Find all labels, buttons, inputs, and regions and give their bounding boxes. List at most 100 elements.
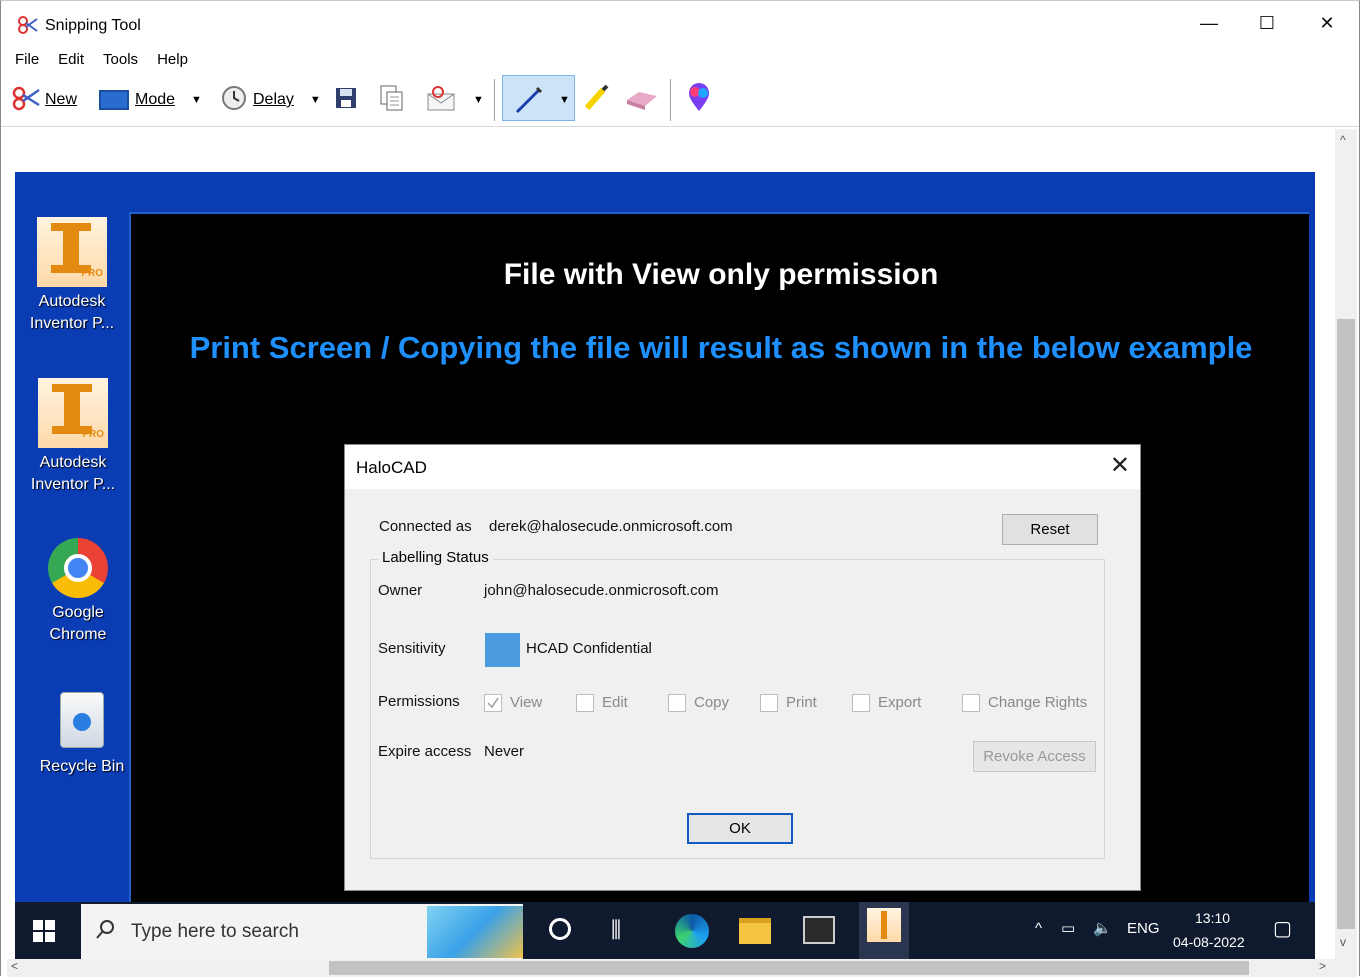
permission-view-checkbox[interactable] <box>484 694 502 712</box>
envelope-icon <box>425 84 457 117</box>
inventor-icon: PRO <box>38 378 108 448</box>
horizontal-scrollbar[interactable]: < > <box>7 959 1357 977</box>
capture-canvas: PRO Autodesk Inventor P... PRO Autodesk … <box>7 129 1335 961</box>
owner-label: Owner <box>378 582 423 599</box>
send-snip-button[interactable]: ▼ <box>425 73 484 127</box>
sensitivity-value: HCAD Confidential <box>526 640 652 657</box>
snipping-tool-window: Snipping Tool — ☐ ✕ File Edit Tools Help… <box>0 0 1360 977</box>
save-button[interactable] <box>334 73 358 127</box>
permission-copy-label: Copy <box>694 694 730 711</box>
edge-icon[interactable] <box>675 914 709 948</box>
language-indicator[interactable]: ENG <box>1127 920 1160 937</box>
dialog-title: HaloCAD <box>356 458 427 477</box>
cortana-icon[interactable] <box>549 918 571 940</box>
delay-label: Delay <box>253 91 294 108</box>
volume-icon[interactable]: 🔈 <box>1093 919 1112 937</box>
vertical-scrollbar[interactable]: ^ v <box>1335 129 1357 961</box>
maximize-button[interactable]: ☐ <box>1237 1 1297 45</box>
save-icon <box>334 86 358 115</box>
search-icon <box>95 918 117 946</box>
window-title: Snipping Tool <box>45 17 141 34</box>
permission-change-rights-label: Change Rights <box>988 694 1088 711</box>
dialog-close-icon[interactable]: ✕ <box>1110 451 1130 480</box>
file-explorer-icon[interactable] <box>739 918 771 944</box>
eraser-icon <box>625 84 659 117</box>
expire-access-label: Expire access <box>378 743 472 760</box>
title-bar[interactable]: Snipping Tool — ☐ ✕ <box>1 1 1359 45</box>
clock-date[interactable]: 04-08-2022 <box>1173 934 1245 950</box>
reset-button[interactable]: Reset <box>1002 514 1098 545</box>
minimize-button[interactable]: — <box>1179 1 1239 45</box>
chevron-down-icon[interactable]: ▼ <box>473 94 484 106</box>
search-highlight-icon <box>427 906 523 958</box>
desktop-icon-chrome: Google Chrome <box>23 538 133 646</box>
menu-edit[interactable]: Edit <box>58 51 84 68</box>
snipping-tool-icon <box>17 15 39 39</box>
copy-icon <box>379 84 405 117</box>
permission-copy-checkbox[interactable] <box>668 694 686 712</box>
mode-icon <box>99 90 129 110</box>
expire-access-value: Never <box>484 743 525 760</box>
inventor-taskbar-icon[interactable] <box>859 902 909 961</box>
task-view-icon[interactable]: ⫼ <box>611 917 621 943</box>
captured-desktop: PRO Autodesk Inventor P... PRO Autodesk … <box>15 172 1315 961</box>
windows-start-icon[interactable] <box>33 920 55 942</box>
permission-edit-checkbox[interactable] <box>576 694 594 712</box>
clock-icon <box>221 85 247 116</box>
scroll-up-icon[interactable]: ^ <box>1340 133 1346 147</box>
clock-time[interactable]: 13:10 <box>1195 910 1230 926</box>
scroll-right-icon[interactable]: > <box>1319 959 1326 973</box>
labelling-status-label: Labelling Status <box>378 549 493 566</box>
notifications-icon[interactable]: ▢ <box>1273 916 1292 941</box>
page-subtitle: Print Screen / Copying the file will res… <box>189 330 1253 365</box>
owner-value: john@halosecude.onmicrosoft.com <box>484 582 719 599</box>
horizontal-scroll-thumb[interactable] <box>329 961 1249 975</box>
permission-change-rights-checkbox[interactable] <box>962 694 980 712</box>
taskbar-search-box[interactable]: Type here to search <box>81 904 523 960</box>
desktop-icon-inventor-1: PRO Autodesk Inventor P... <box>17 217 127 335</box>
scroll-left-icon[interactable]: < <box>11 959 18 973</box>
terminal-icon[interactable] <box>803 916 835 944</box>
highlighter-icon <box>581 82 613 119</box>
sensitivity-color-swatch <box>485 633 520 667</box>
chevron-down-icon: ▼ <box>191 94 202 106</box>
menu-help[interactable]: Help <box>157 51 188 68</box>
icon-label-line1: Google <box>52 604 104 621</box>
vertical-scroll-thumb[interactable] <box>1337 319 1355 929</box>
permission-edit-label: Edit <box>602 694 628 711</box>
permission-export-checkbox[interactable] <box>852 694 870 712</box>
desktop-icon-inventor-2: PRO Autodesk Inventor P... <box>18 378 128 496</box>
permission-print-checkbox[interactable] <box>760 694 778 712</box>
mode-button[interactable]: Mode ▼ <box>99 73 202 127</box>
scroll-down-icon[interactable]: v <box>1340 935 1346 949</box>
sensitivity-label: Sensitivity <box>378 640 446 657</box>
delay-button[interactable]: Delay ▼ <box>221 73 321 127</box>
paint3d-button[interactable] <box>685 73 713 127</box>
close-button[interactable]: ✕ <box>1297 1 1357 45</box>
menu-tools[interactable]: Tools <box>103 51 138 68</box>
toolbar-separator <box>494 79 495 121</box>
menu-file[interactable]: File <box>15 51 39 68</box>
connected-as-label: Connected as <box>379 518 472 535</box>
eraser-button[interactable] <box>625 73 659 127</box>
chrome-icon <box>48 538 108 598</box>
dialog-title-bar[interactable]: HaloCAD ✕ <box>345 445 1140 489</box>
highlighter-button[interactable] <box>581 73 613 127</box>
icon-label-line1: Recycle Bin <box>39 758 125 775</box>
inventor-icon: PRO <box>37 217 107 287</box>
new-button[interactable]: New <box>11 73 77 127</box>
network-icon[interactable]: ▭ <box>1061 919 1075 937</box>
chevron-down-icon: ▼ <box>309 94 321 106</box>
revoke-access-button[interactable]: Revoke Access <box>973 741 1096 772</box>
copy-button[interactable] <box>379 73 405 127</box>
halocad-dialog: HaloCAD ✕ Connected as derek@halosecude.… <box>344 444 1141 891</box>
taskbar: Type here to search ⫼ ^ ▭ 🔈 ENG 13:10 04… <box>15 902 1315 961</box>
pen-icon <box>513 73 545 127</box>
ok-button[interactable]: OK <box>687 813 793 844</box>
chevron-up-icon[interactable]: ^ <box>1035 920 1042 937</box>
paint3d-icon <box>685 82 713 118</box>
checkmark-icon <box>487 697 499 709</box>
icon-label-line1: Autodesk <box>39 454 107 471</box>
icon-label-line1: Autodesk <box>38 293 106 310</box>
pen-dropdown-icon[interactable]: ▼ <box>559 73 570 127</box>
